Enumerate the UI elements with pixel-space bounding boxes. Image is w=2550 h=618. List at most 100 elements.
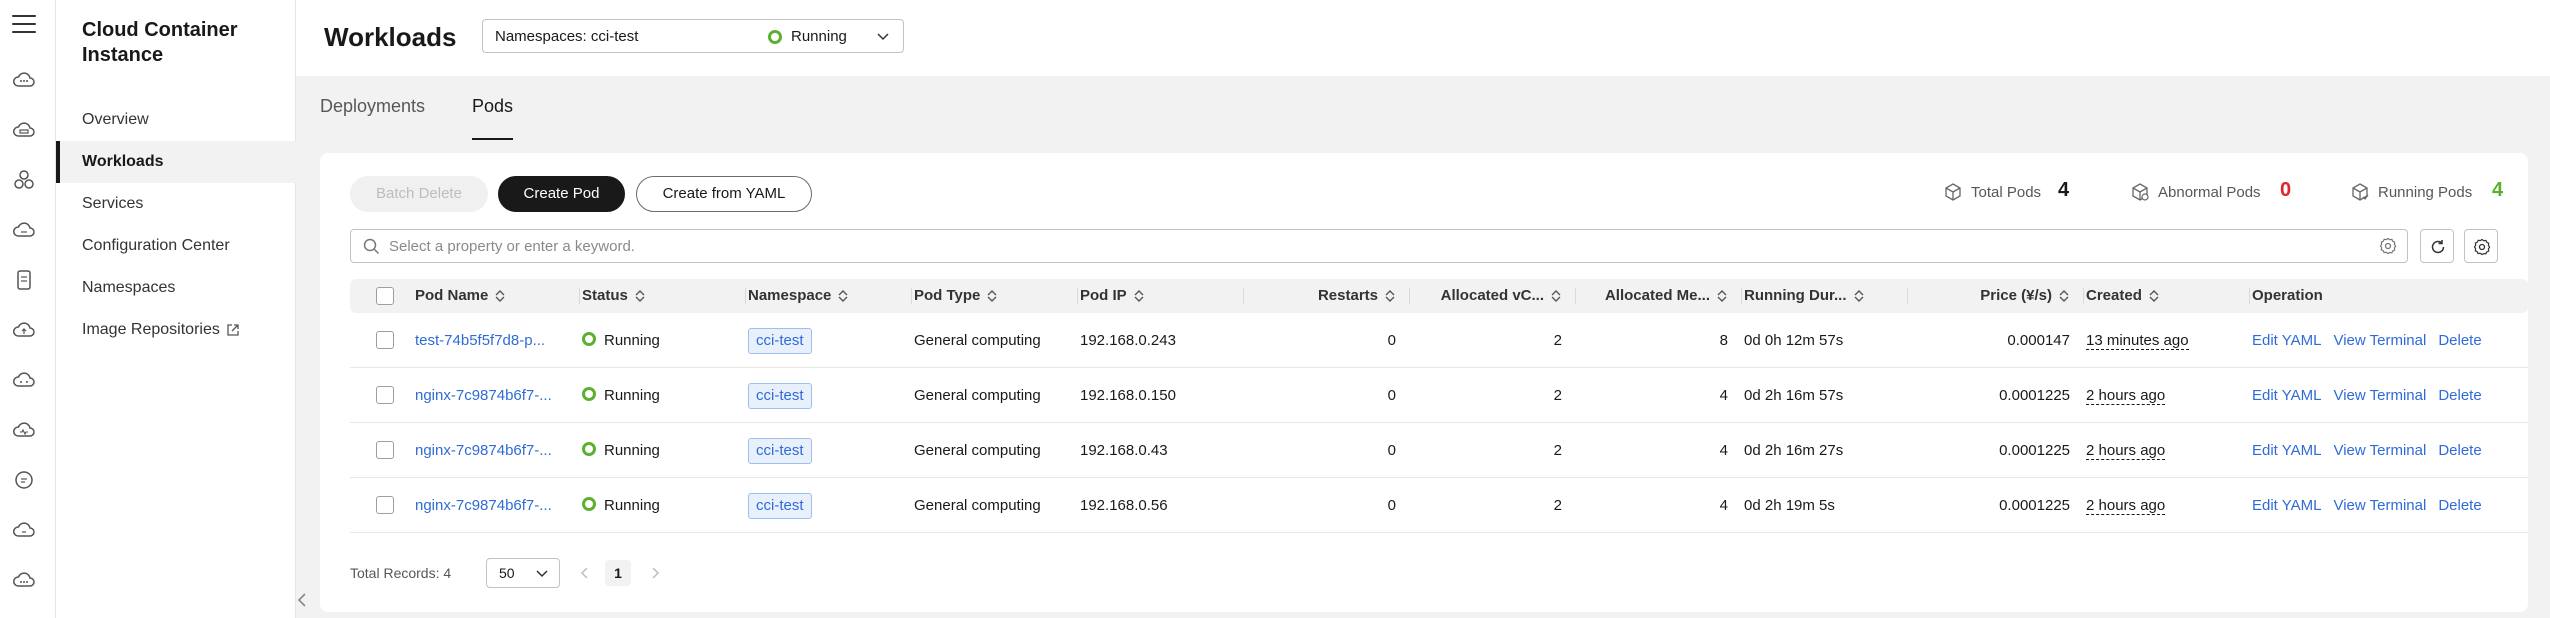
row-checkbox[interactable] xyxy=(376,441,394,459)
column-header-namespace[interactable]: Namespace xyxy=(748,279,908,313)
table-row: nginx-7c9874b6f7-... Running cci-test Ge… xyxy=(350,478,2528,533)
status-text: Running xyxy=(604,387,660,404)
delete-link[interactable]: Delete xyxy=(2438,497,2481,514)
column-header-pod-ip[interactable]: Pod IP xyxy=(1080,279,1240,313)
edit-yaml-link[interactable]: Edit YAML xyxy=(2252,442,2321,459)
pod-ip: 192.168.0.243 xyxy=(1080,332,1176,349)
pod-created: 2 hours ago xyxy=(2086,478,2246,533)
pod-price: 0.0001225 xyxy=(1999,442,2070,459)
pod-name-link[interactable]: nginx-7c9874b6f7-... xyxy=(415,368,575,423)
namespace-select[interactable]: Namespaces: cci-test Running xyxy=(482,19,904,53)
view-terminal-link[interactable]: View Terminal xyxy=(2333,332,2426,349)
refresh-icon xyxy=(2431,240,2445,254)
filter-settings-icon[interactable] xyxy=(2379,237,2397,255)
sort-icon[interactable] xyxy=(1384,289,1396,303)
stat-label: Total Pods xyxy=(1971,184,2042,201)
cloud-storage-icon[interactable] xyxy=(12,218,36,242)
column-header-pod-type[interactable]: Pod Type xyxy=(914,279,1074,313)
edit-yaml-link[interactable]: Edit YAML xyxy=(2252,387,2321,404)
tab-pods[interactable]: Pods xyxy=(472,96,514,140)
page-size-select[interactable]: 50 xyxy=(486,558,560,588)
cluster-icon[interactable] xyxy=(12,168,36,192)
sort-icon[interactable] xyxy=(1550,289,1562,303)
edit-yaml-link[interactable]: Edit YAML xyxy=(2252,497,2321,514)
table-settings-button[interactable] xyxy=(2464,229,2498,263)
pod-name-link[interactable]: test-74b5f5f7d8-p... xyxy=(415,313,575,368)
collapse-sidebar-icon[interactable] xyxy=(292,580,312,618)
pod-operations: Edit YAML View Terminal Delete xyxy=(2252,368,2528,423)
edit-yaml-link[interactable]: Edit YAML xyxy=(2252,332,2321,349)
column-header-allocated-memory[interactable]: Allocated Me... xyxy=(1578,279,1738,313)
delete-link[interactable]: Delete xyxy=(2438,442,2481,459)
stat-label: Running Pods xyxy=(2378,184,2473,201)
cloud-more-icon[interactable] xyxy=(12,568,36,592)
sidebar-item-namespaces[interactable]: Namespaces xyxy=(56,267,296,309)
cloud-server-icon[interactable] xyxy=(12,118,36,142)
search-input[interactable] xyxy=(389,236,2349,256)
row-checkbox[interactable] xyxy=(376,331,394,349)
sort-icon[interactable] xyxy=(634,289,646,303)
pod-name-link[interactable]: nginx-7c9874b6f7-... xyxy=(415,423,575,478)
delete-link[interactable]: Delete xyxy=(2438,332,2481,349)
column-header-status[interactable]: Status xyxy=(582,279,742,313)
delete-link[interactable]: Delete xyxy=(2438,387,2481,404)
column-label: Pod Name xyxy=(415,287,489,304)
pod-status: Running xyxy=(582,478,742,533)
sidebar-item-overview[interactable]: Overview xyxy=(56,99,296,141)
chat-icon[interactable] xyxy=(12,468,36,492)
column-header-allocated-vcpu[interactable]: Allocated vC... xyxy=(1412,279,1572,313)
sidebar-item-configuration-center[interactable]: Configuration Center xyxy=(56,225,296,267)
sort-icon[interactable] xyxy=(2148,289,2160,303)
column-label: Namespace xyxy=(748,287,832,304)
view-terminal-link[interactable]: View Terminal xyxy=(2333,442,2426,459)
tab-deployments[interactable]: Deployments xyxy=(320,96,425,117)
view-terminal-link[interactable]: View Terminal xyxy=(2333,497,2426,514)
pod-type: General computing xyxy=(914,442,1041,459)
create-from-yaml-button[interactable]: Create from YAML xyxy=(636,176,812,212)
sort-icon[interactable] xyxy=(986,289,998,303)
next-page-icon[interactable] xyxy=(648,564,662,582)
created-time[interactable]: 2 hours ago xyxy=(2086,498,2166,515)
sort-icon[interactable] xyxy=(1133,289,1145,303)
document-icon[interactable] xyxy=(12,268,36,292)
sort-icon[interactable] xyxy=(1716,289,1728,303)
created-time[interactable]: 2 hours ago xyxy=(2086,443,2166,460)
page-size-value: 50 xyxy=(499,565,515,581)
page-number[interactable]: 1 xyxy=(605,560,631,586)
cloud-upload-icon[interactable] xyxy=(12,318,36,342)
row-checkbox[interactable] xyxy=(376,386,394,404)
sort-icon[interactable] xyxy=(494,289,506,303)
cloud-service-icon[interactable] xyxy=(12,68,36,92)
view-terminal-link[interactable]: View Terminal xyxy=(2333,387,2426,404)
column-header-restarts[interactable]: Restarts xyxy=(1246,279,1406,313)
cloud-monitor-icon[interactable] xyxy=(12,418,36,442)
sidebar-nav: Overview Workloads Services Configuratio… xyxy=(56,99,296,351)
sort-icon[interactable] xyxy=(2058,289,2070,303)
batch-delete-button[interactable]: Batch Delete xyxy=(350,176,488,212)
sort-icon[interactable] xyxy=(837,289,849,303)
column-header-created[interactable]: Created xyxy=(2086,279,2246,313)
sidebar-item-image-repositories[interactable]: Image Repositories xyxy=(56,309,296,351)
pod-name-link[interactable]: nginx-7c9874b6f7-... xyxy=(415,478,575,533)
row-checkbox[interactable] xyxy=(376,496,394,514)
prev-page-icon[interactable] xyxy=(578,564,592,582)
select-all-checkbox[interactable] xyxy=(376,287,394,305)
sidebar-item-workloads[interactable]: Workloads xyxy=(56,141,296,183)
column-header-price[interactable]: Price (¥/s) xyxy=(1910,279,2080,313)
column-header-pod-name[interactable]: Pod Name xyxy=(415,279,575,313)
sort-icon[interactable] xyxy=(1853,289,1865,303)
create-pod-button[interactable]: Create Pod xyxy=(498,176,625,212)
column-header-operation: Operation xyxy=(2252,287,2323,304)
cloud-network-icon[interactable] xyxy=(12,368,36,392)
column-label: Status xyxy=(582,287,628,304)
cloud-database-icon[interactable] xyxy=(12,518,36,542)
created-time[interactable]: 2 hours ago xyxy=(2086,388,2166,405)
created-time[interactable]: 13 minutes ago xyxy=(2086,333,2189,350)
pod-namespace: cci-test xyxy=(748,368,908,423)
stat-value: 0 xyxy=(2280,179,2292,201)
menu-icon[interactable] xyxy=(12,15,36,39)
pod-memory: 4 xyxy=(1719,442,1728,459)
column-header-running-duration[interactable]: Running Dur... xyxy=(1744,279,1904,313)
sidebar-item-services[interactable]: Services xyxy=(56,183,296,225)
refresh-button[interactable] xyxy=(2420,229,2454,263)
